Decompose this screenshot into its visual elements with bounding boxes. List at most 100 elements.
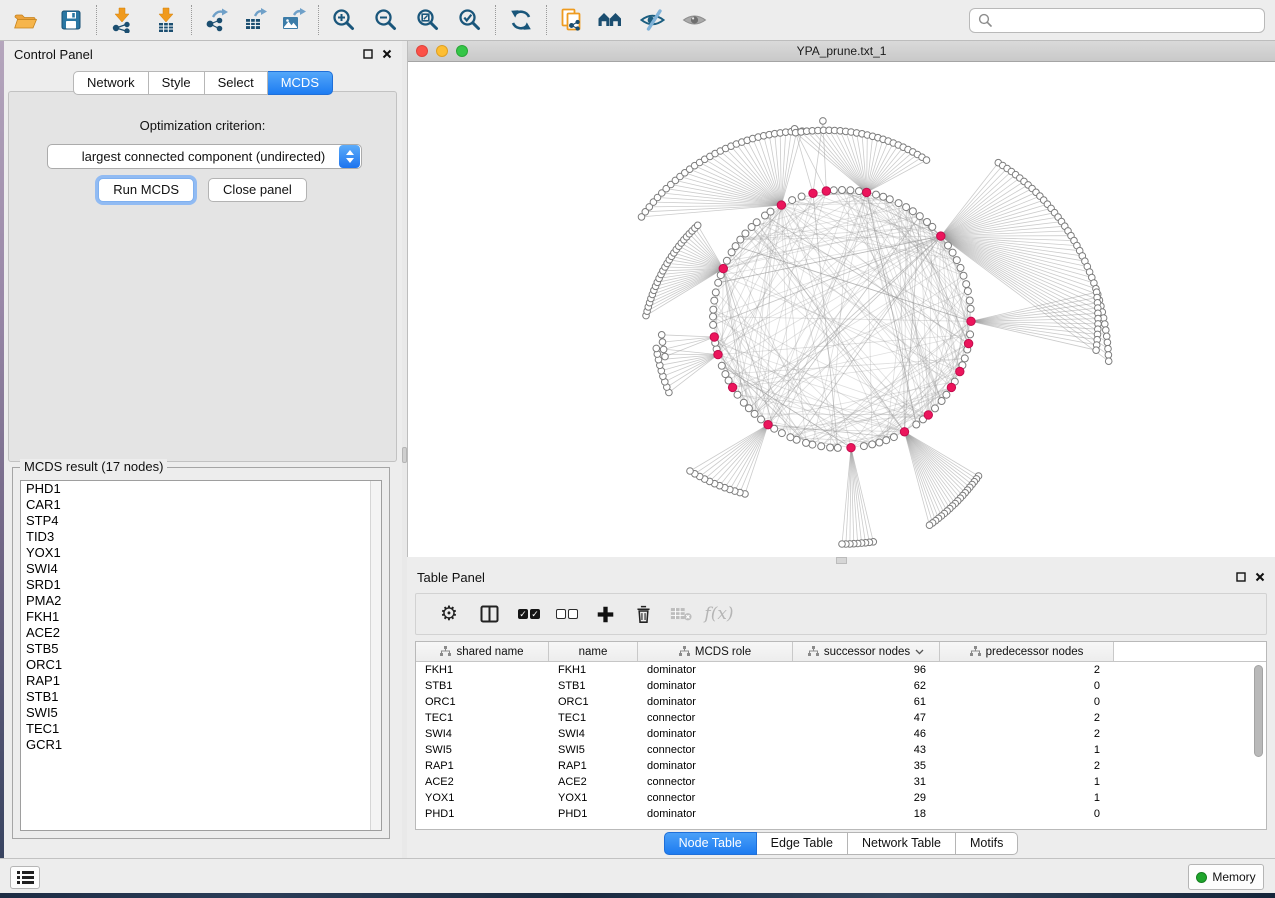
open-session-button[interactable] [10,5,40,35]
mcds-node[interactable]: STP4 [21,513,381,529]
column-header-shared-name[interactable]: shared name [416,642,549,661]
import-table-button[interactable] [151,5,181,35]
import-network-button[interactable] [107,5,137,35]
table-row[interactable]: RAP1RAP1dominator352 [416,758,1266,774]
zoom-in-button[interactable] [329,5,359,35]
show-panels-button[interactable] [10,866,40,889]
mcds-node[interactable]: YOX1 [21,545,381,561]
hide-selected-button[interactable] [637,5,667,35]
table-row[interactable]: SWI5SWI5connector431 [416,742,1266,758]
show-all-button[interactable] [679,5,709,35]
mcds-node[interactable]: SWI5 [21,705,381,721]
table-row[interactable]: YOX1YOX1connector291 [416,790,1266,806]
table-scrollbar-thumb[interactable] [1254,665,1263,757]
mcds-node[interactable]: ORC1 [21,657,381,673]
cell-mcds_role: connector [638,712,793,724]
cell-mcds_role: dominator [638,808,793,820]
cell-shared_name: ORC1 [416,696,549,708]
zoom-selected-button[interactable] [455,5,485,35]
splitter-grip[interactable] [836,557,847,564]
close-panel-icon[interactable] [1255,572,1265,582]
refresh-button[interactable] [506,5,536,35]
mcds-node[interactable]: ACE2 [21,625,381,641]
table-settings-button[interactable]: ⚙ [432,597,466,631]
mcds-node[interactable]: SRD1 [21,577,381,593]
run-mcds-button[interactable]: Run MCDS [98,178,194,202]
cell-successor_nodes: 47 [793,712,940,724]
node-table: shared namenameMCDS rolesuccessor nodesp… [415,641,1267,830]
control-panel: Control Panel NetworkStyleSelectMCDS Opt… [4,41,402,858]
optimization-criterion-select[interactable]: largest connected component (undirected) [47,144,362,169]
select-all-button[interactable]: ✓✓ [512,597,546,631]
memory-button[interactable]: Memory [1188,864,1264,890]
mcds-node[interactable]: PMA2 [21,593,381,609]
deselect-all-icon [556,609,578,619]
table-row[interactable]: TEC1TEC1connector472 [416,710,1266,726]
tab-network[interactable]: Network [73,71,149,95]
show-columns-button[interactable] [472,597,506,631]
toolbar-separator [96,5,97,35]
tab-node-table[interactable]: Node Table [664,832,757,855]
cell-name: RAP1 [549,760,638,772]
mcds-result-list[interactable]: PHD1CAR1STP4TID3YOX1SWI4SRD1PMA2FKH1ACE2… [20,480,382,831]
zoom-fit-button[interactable] [413,5,443,35]
table-row[interactable]: FKH1FKH1dominator962 [416,662,1266,678]
cell-shared_name: YOX1 [416,792,549,804]
mcds-node[interactable]: TID3 [21,529,381,545]
table-scrollbar[interactable] [1254,664,1264,825]
toolbar-separator [318,5,319,35]
delete-table-icon [670,606,692,622]
table-row[interactable]: ACE2ACE2connector311 [416,774,1266,790]
horizontal-splitter[interactable] [407,557,1275,564]
mcds-result-title: MCDS result (17 nodes) [20,459,167,474]
table-row[interactable]: SWI4SWI4dominator462 [416,726,1266,742]
export-image-button[interactable] [278,5,308,35]
mcds-node[interactable]: FKH1 [21,609,381,625]
clone-network-button[interactable] [557,5,587,35]
delete-column-button[interactable] [626,597,660,631]
tab-network-table[interactable]: Network Table [848,832,956,855]
search-input[interactable] [997,13,1256,27]
cell-predecessor_nodes: 1 [940,744,1114,756]
table-row[interactable]: PHD1PHD1dominator180 [416,806,1266,822]
mcds-node[interactable]: TEC1 [21,721,381,737]
column-header-name[interactable]: name [549,642,638,661]
float-window-icon[interactable] [1236,572,1246,582]
network-graph-canvas[interactable] [408,62,1274,556]
tab-motifs[interactable]: Motifs [956,832,1018,855]
column-header-successor-nodes[interactable]: successor nodes [793,642,940,661]
export-table-button[interactable] [240,5,270,35]
mcds-node[interactable]: STB1 [21,689,381,705]
deselect-all-button[interactable] [550,597,584,631]
close-panel-icon[interactable] [382,49,392,59]
mcds-node[interactable]: PHD1 [21,481,381,497]
close-panel-button[interactable]: Close panel [208,178,307,202]
add-column-button[interactable] [588,597,622,631]
search-box[interactable] [969,8,1265,33]
cell-mcds_role: connector [638,744,793,756]
first-neighbors-button[interactable] [595,5,625,35]
table-row[interactable]: STB1STB1dominator620 [416,678,1266,694]
function-builder-button[interactable]: f(x) [702,597,736,631]
tab-style[interactable]: Style [149,71,205,95]
export-network-button[interactable] [202,5,232,35]
network-title-bar[interactable]: YPA_prune.txt_1 [408,41,1275,62]
mcds-node[interactable]: SWI4 [21,561,381,577]
list-scrollbar-track[interactable] [370,481,381,830]
float-window-icon[interactable] [363,49,373,59]
mcds-node[interactable]: STB5 [21,641,381,657]
zoom-out-button[interactable] [371,5,401,35]
export-image-icon [280,7,306,33]
tab-edge-table[interactable]: Edge Table [757,832,848,855]
mcds-node[interactable]: RAP1 [21,673,381,689]
cell-name: FKH1 [549,664,638,676]
tab-mcds[interactable]: MCDS [268,71,333,95]
column-header-predecessor-nodes[interactable]: predecessor nodes [940,642,1114,661]
table-row[interactable]: ORC1ORC1dominator610 [416,694,1266,710]
delete-table-button[interactable] [664,597,698,631]
column-header-MCDS-role[interactable]: MCDS role [638,642,793,661]
mcds-node[interactable]: GCR1 [21,737,381,753]
save-session-button[interactable] [56,5,86,35]
tab-select[interactable]: Select [205,71,268,95]
mcds-node[interactable]: CAR1 [21,497,381,513]
